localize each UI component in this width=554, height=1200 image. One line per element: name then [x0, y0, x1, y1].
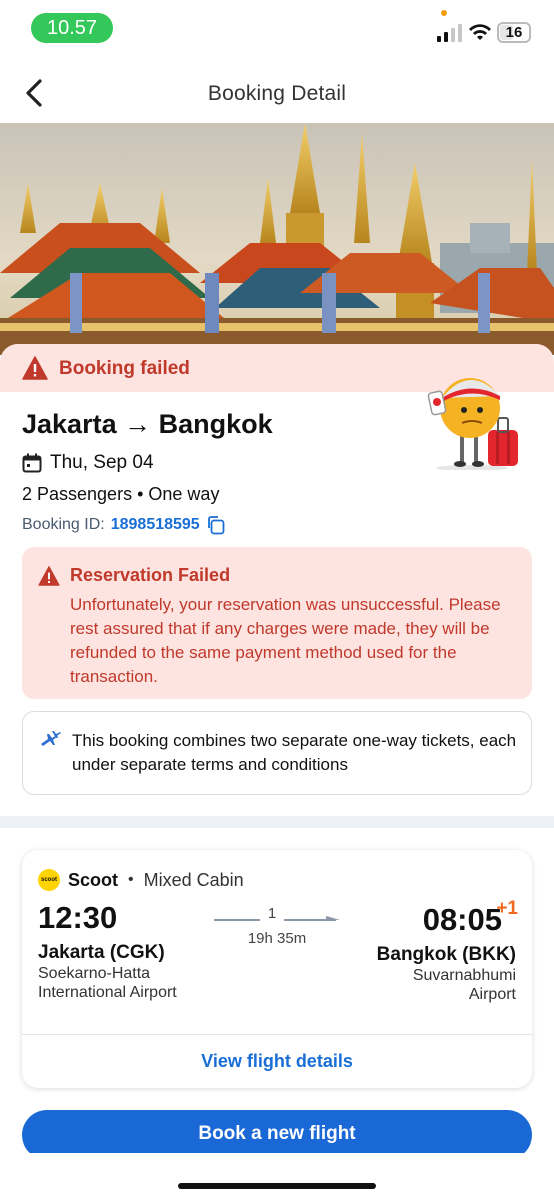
calendar-icon [22, 453, 42, 473]
day-offset-badge: +1 [496, 898, 518, 919]
page-title: Booking Detail [207, 82, 347, 105]
stop-count: 1 [267, 905, 277, 922]
warning-icon [22, 356, 48, 380]
destination-hero-image [0, 123, 554, 355]
home-indicator[interactable] [178, 1183, 376, 1189]
trip-type: One way [148, 484, 220, 504]
wifi-icon [469, 24, 491, 40]
warning-icon [38, 566, 60, 586]
section-divider [0, 816, 554, 828]
privacy-indicator-dot [441, 10, 447, 16]
notice-text: This booking combines two separate one-w… [72, 731, 517, 774]
booking-id-value: 1898518595 [110, 516, 200, 533]
copy-icon[interactable] [206, 515, 226, 535]
departure-airport: Soekarno-Hatta International Airport [38, 965, 177, 1001]
separator-dot: • [137, 484, 149, 504]
flight-card: scoot Scoot • Mixed Cabin 12:30 08:05 +1… [22, 850, 532, 1088]
cellular-signal-icon [437, 24, 462, 42]
status-time: 10.57 [31, 13, 113, 43]
battery-level: 16 [505, 24, 523, 41]
route-title: Jakarta → Bangkok [22, 409, 273, 439]
booking-id-label: Booking ID: [22, 516, 105, 533]
arrival-time: 08:05 [422, 902, 502, 937]
arrival-city: Bangkok (BKK) [376, 944, 516, 965]
departure-city: Jakarta (CGK) [38, 942, 165, 963]
booking-status-label: Booking failed [59, 358, 190, 379]
alert-message: Unfortunately, your reservation was unsu… [70, 595, 501, 686]
mascot-illustration [427, 378, 518, 470]
flight-duration: 19h 35m [247, 930, 307, 947]
reservation-failed-alert: Reservation Failed Unfortunately, your r… [22, 547, 532, 699]
cabin-class: Mixed Cabin [143, 869, 244, 890]
separator-dot: • [128, 871, 134, 888]
view-flight-details-link[interactable]: View flight details [22, 1034, 532, 1088]
status-bar: 10.57 16 [0, 0, 554, 56]
arrival-airport: Suvarnabhumi Airport [412, 967, 516, 1003]
booking-id-row: Booking ID: 1898518595 [22, 515, 226, 535]
departure-time: 12:30 [38, 900, 118, 935]
battery-icon: 16 [497, 22, 531, 43]
two-planes-icon [41, 731, 61, 746]
airline-name: Scoot [68, 869, 119, 890]
alert-title: Reservation Failed [70, 565, 231, 585]
app-header: Booking Detail [0, 62, 554, 124]
airline-row: scoot Scoot • Mixed Cabin [38, 869, 244, 891]
separate-tickets-notice: This booking combines two separate one-w… [22, 711, 532, 795]
bottom-safe-area [0, 1153, 554, 1200]
travel-date: Thu, Sep 04 [50, 452, 154, 473]
passenger-count: 2 Passengers [22, 484, 133, 504]
passenger-trip-row: 2 Passengers • One way [22, 484, 219, 505]
travel-date-row: Thu, Sep 04 [22, 451, 154, 475]
booking-summary-card: Booking failed Jakarta → Bangkok Thu, Se… [0, 344, 554, 814]
airline-logo: scoot [38, 869, 60, 891]
